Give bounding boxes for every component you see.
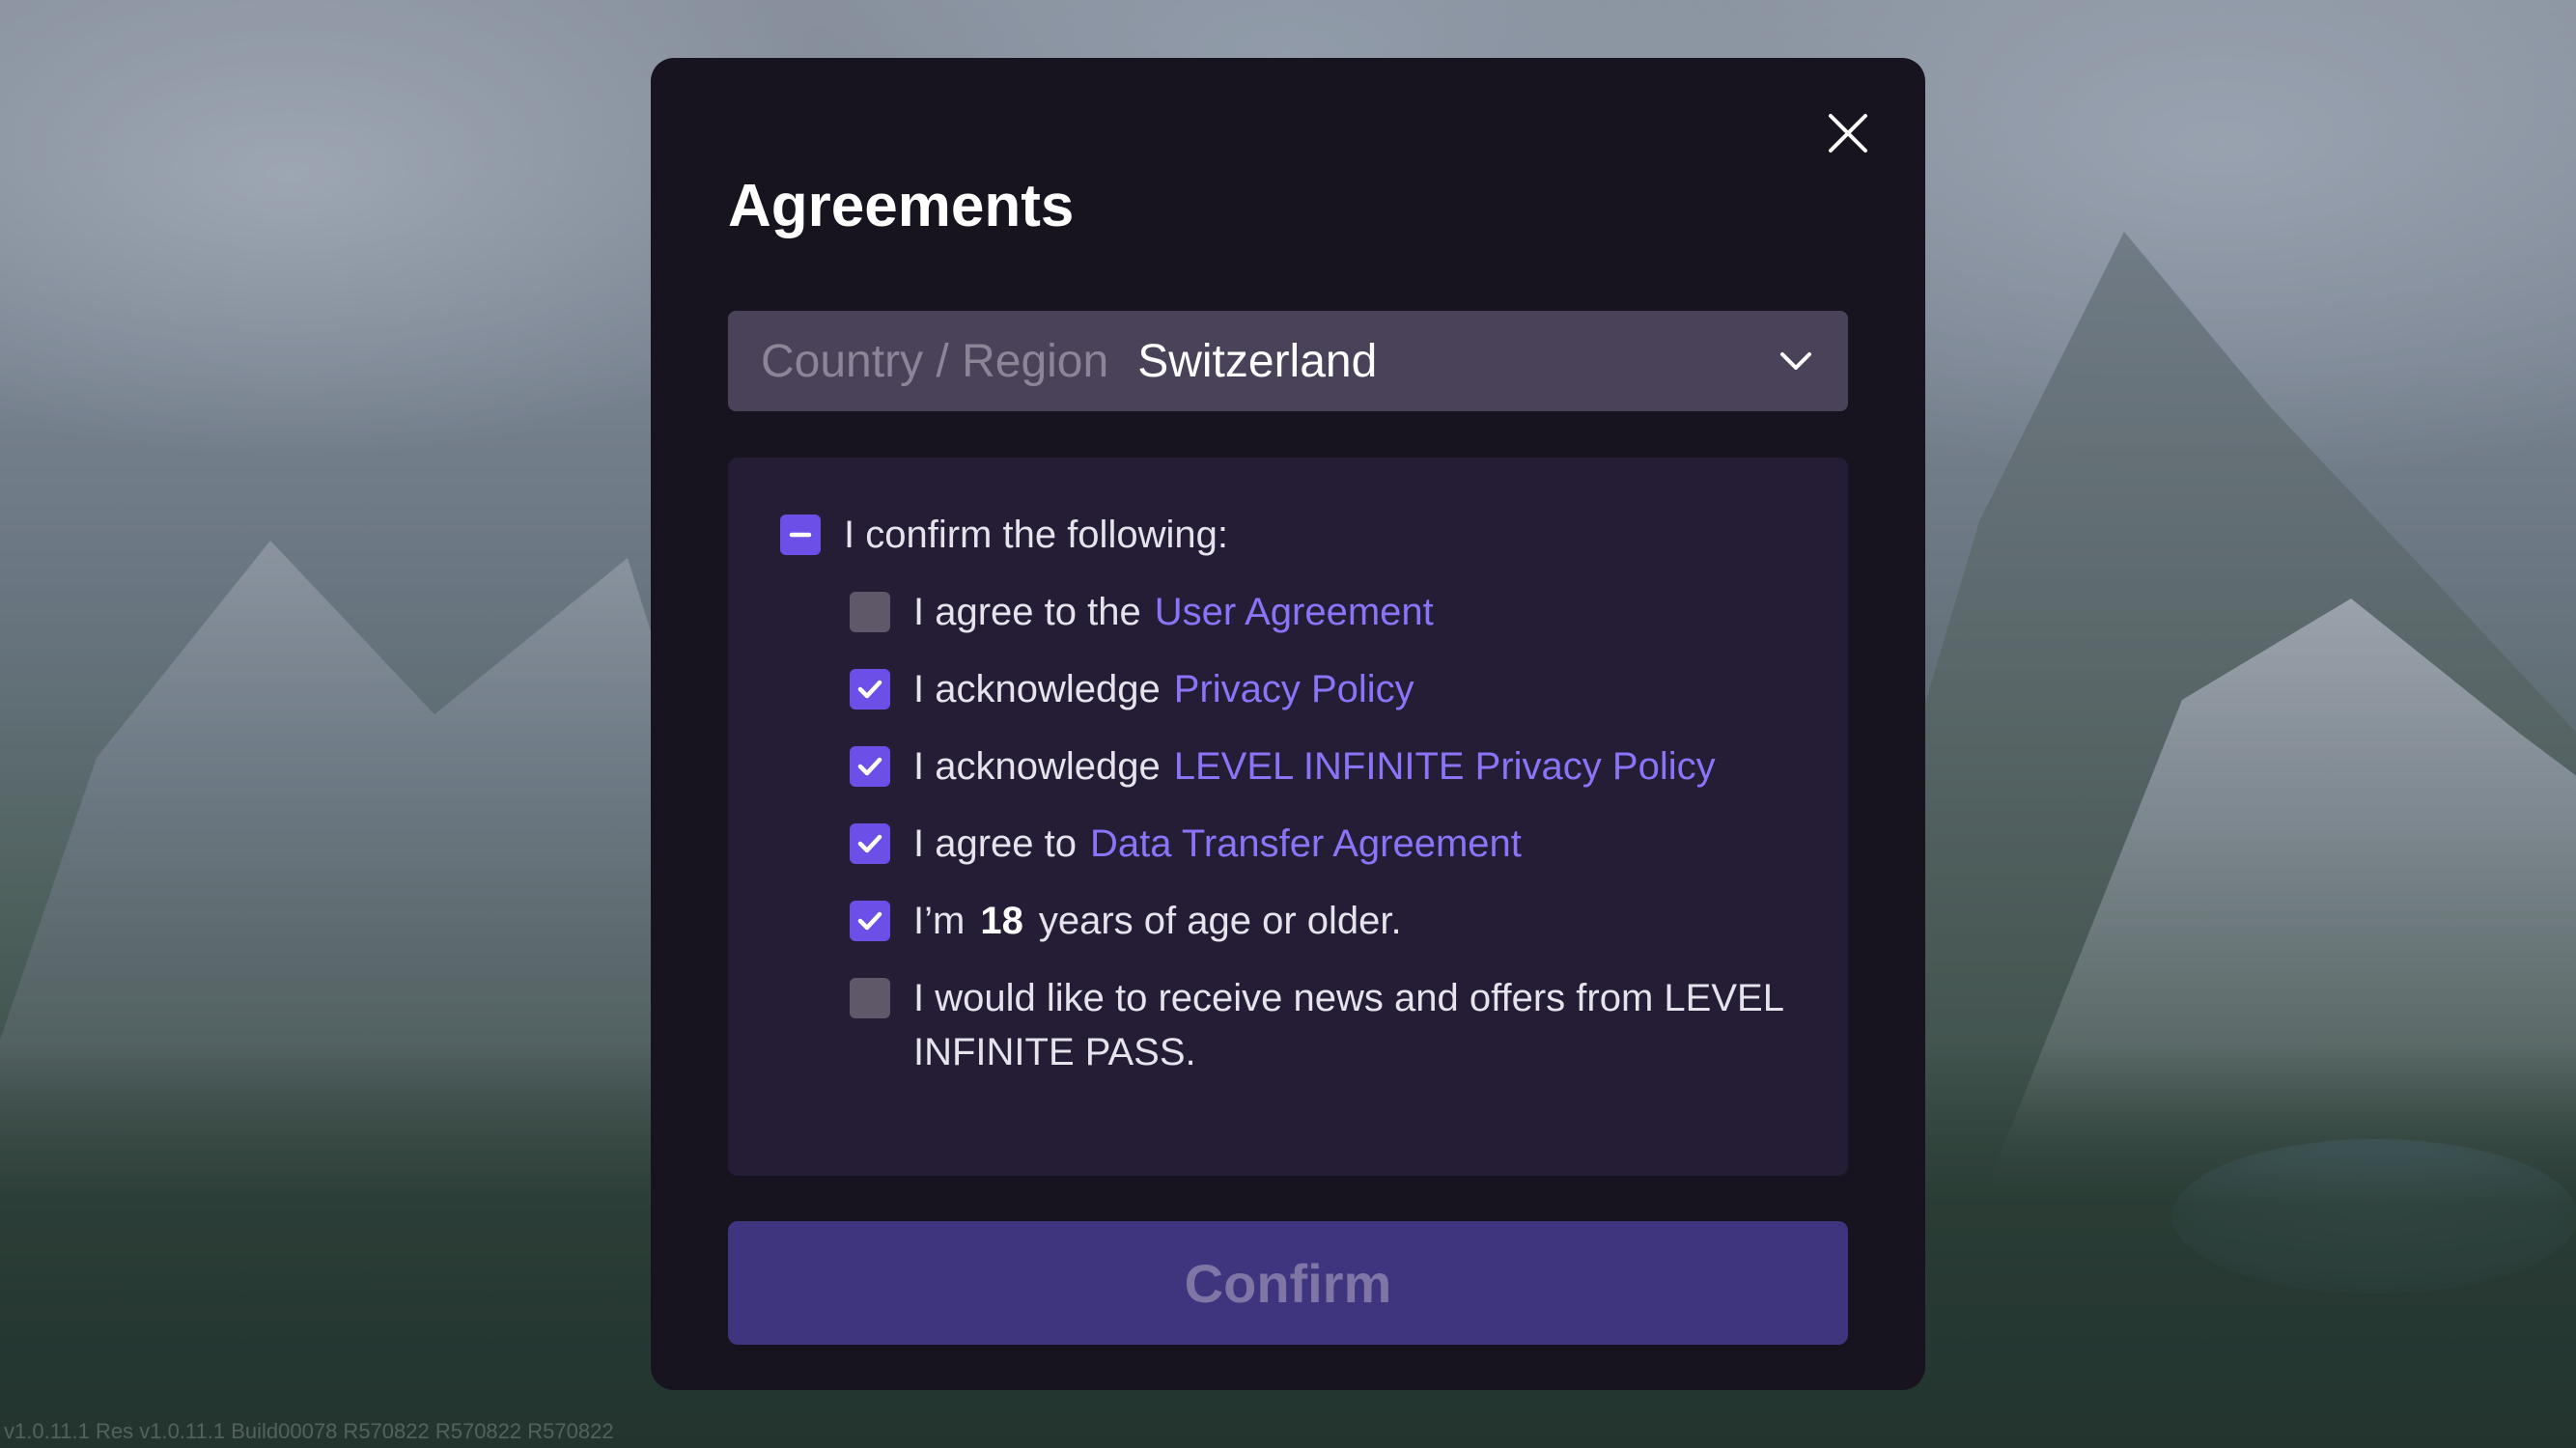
agreement-row-news: I would like to receive news and offers …	[850, 971, 1811, 1079]
region-value: Switzerland	[1137, 335, 1378, 387]
agreement-text: I acknowledge	[913, 745, 1161, 788]
checkmark-icon	[857, 911, 882, 931]
privacy-policy-checkbox[interactable]	[850, 669, 890, 710]
checkmark-icon	[857, 680, 882, 699]
agreement-row-privacy-policy: I acknowledge Privacy Policy	[850, 662, 1414, 716]
age-value: 18	[980, 900, 1023, 942]
agreements-panel: I confirm the following: I agree to the …	[728, 458, 1848, 1176]
age-suffix: years of age or older.	[1038, 900, 1402, 942]
build-version-text: v1.0.11.1 Res v1.0.11.1 Build00078 R5708…	[4, 1419, 614, 1443]
agreement-text: I agree to the	[913, 591, 1141, 633]
checkmark-icon	[857, 834, 882, 853]
agreement-row-level-infinite-privacy: I acknowledge LEVEL INFINITE Privacy Pol…	[850, 739, 1716, 794]
game-launcher-screen: v1.0.11.1 Res v1.0.11.1 Build00078 R5708…	[0, 0, 2576, 1448]
data-transfer-link[interactable]: Data Transfer Agreement	[1090, 817, 1522, 871]
privacy-policy-link[interactable]: Privacy Policy	[1174, 662, 1414, 716]
minus-icon	[789, 532, 812, 538]
agreements-dialog: Agreements Country / Region Switzerland …	[651, 58, 1925, 1390]
news-label: I would like to receive news and offers …	[913, 977, 1783, 1073]
country-region-select[interactable]: Country / Region Switzerland	[728, 311, 1848, 411]
close-icon	[1829, 114, 1867, 153]
age-checkbox[interactable]	[850, 901, 890, 941]
chevron-down-icon	[1780, 352, 1811, 370]
user-agreement-checkbox[interactable]	[850, 592, 890, 632]
confirm-all-label: I confirm the following:	[844, 514, 1228, 556]
agreement-text: I acknowledge	[913, 668, 1161, 710]
news-checkbox[interactable]	[850, 978, 890, 1018]
dialog-title: Agreements	[728, 173, 1075, 239]
checkmark-icon	[857, 757, 882, 776]
agreement-row-age: I’m 18 years of age or older.	[850, 894, 1402, 948]
agreement-row-user-agreement: I agree to the User Agreement	[850, 585, 1434, 639]
confirm-all-row: I confirm the following:	[780, 508, 1228, 562]
user-agreement-link[interactable]: User Agreement	[1155, 585, 1434, 639]
agreement-text: I agree to	[913, 822, 1078, 865]
close-button[interactable]	[1819, 104, 1877, 162]
age-prefix: I’m	[913, 900, 966, 942]
level-infinite-privacy-checkbox[interactable]	[850, 746, 890, 787]
agreement-row-data-transfer: I agree to Data Transfer Agreement	[850, 817, 1522, 871]
confirm-button[interactable]: Confirm	[728, 1221, 1848, 1345]
level-infinite-privacy-link[interactable]: LEVEL INFINITE Privacy Policy	[1174, 739, 1716, 794]
confirm-all-checkbox[interactable]	[780, 515, 821, 555]
region-label: Country / Region	[761, 335, 1109, 387]
data-transfer-checkbox[interactable]	[850, 823, 890, 864]
